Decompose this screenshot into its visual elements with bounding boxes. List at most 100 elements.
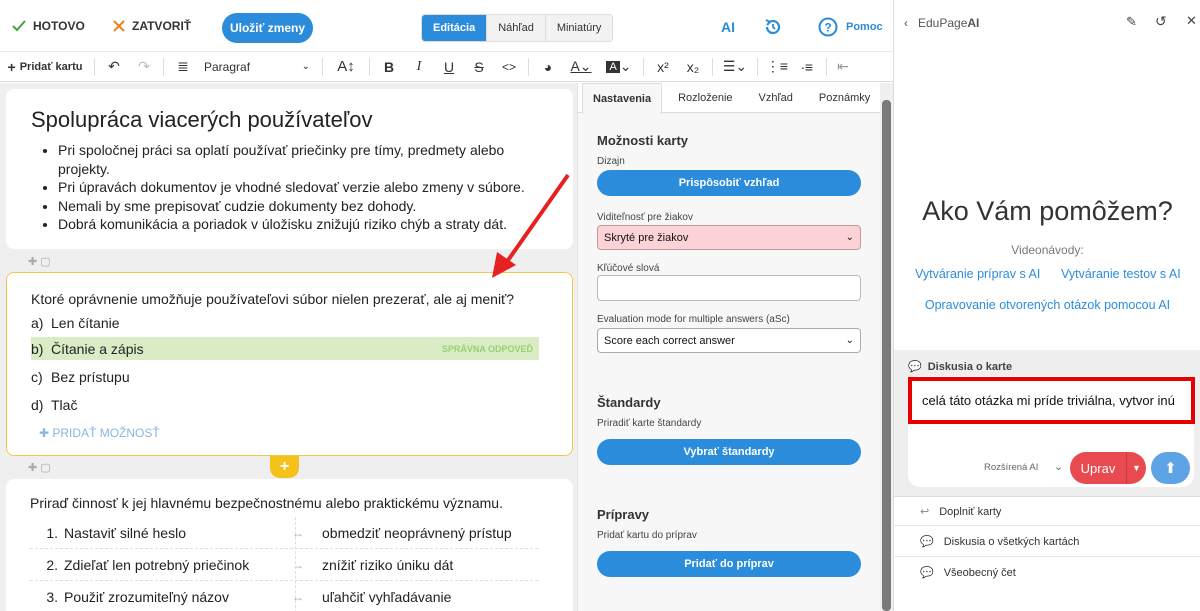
caret-down-icon[interactable]: ▼ (1126, 452, 1146, 484)
undo-icon[interactable]: ↶ (99, 52, 129, 82)
divider (893, 556, 1200, 557)
font-size-icon[interactable]: A↕ (327, 52, 365, 82)
chat-bubbles-icon: 💬 (920, 536, 934, 548)
tab-edit[interactable]: Editácia (422, 15, 487, 41)
video-link[interactable]: Vytváranie testov s AI (1061, 267, 1181, 281)
ai-panel-header: ‹ EduPageAI (904, 16, 979, 30)
outdent-icon[interactable]: ⇤ (831, 52, 855, 82)
svg-text:?: ? (824, 21, 831, 35)
tab-preview[interactable]: Náhľad (486, 15, 545, 41)
matching-row[interactable]: 1. Nastaviť silné heslo ↔ obmedziť neoprávn… (30, 517, 538, 549)
history-icon[interactable]: ↺ (1155, 13, 1167, 30)
divider (322, 57, 323, 76)
keywords-input[interactable] (597, 275, 861, 301)
list-item: Pri úpravách dokumentov je vhodné sledov… (58, 178, 548, 197)
add-to-preparations-button[interactable]: Pridať do príprav (597, 551, 861, 577)
close-icon[interactable]: ✕ (1186, 13, 1197, 29)
strikethrough-icon[interactable]: S (464, 52, 494, 82)
highlight-color-icon[interactable]: A ⌄ (599, 52, 639, 82)
code-icon[interactable]: <> (494, 52, 524, 82)
numbered-list-icon[interactable]: ⋮≡ (762, 52, 792, 82)
preparations-heading: Prípravy (597, 507, 650, 522)
chevron-down-icon: ⌄ (301, 61, 310, 72)
italic-icon[interactable]: I (404, 52, 434, 82)
underline-icon[interactable]: U (434, 52, 464, 82)
done-button[interactable]: HOTOVO (11, 19, 85, 33)
align-icon[interactable]: ☰⌄ (717, 52, 753, 82)
option-text: Čítanie a zápis (51, 340, 144, 357)
edit-ai-button[interactable]: Uprav ▼ (1070, 452, 1146, 484)
tab-thumbnails[interactable]: Miniatúry (544, 15, 613, 41)
answer-option-correct[interactable]: b) Čítanie a zápis SPRÁVNA ODPOVEĎ (31, 337, 539, 360)
save-button[interactable]: Uložiť zmeny (222, 13, 313, 43)
settings-tabs: Nastavenia Rozloženie Vzhľad Poznámky (578, 83, 880, 114)
select-standards-button[interactable]: Vybrať štandardy (597, 439, 861, 465)
matching-row[interactable]: 3. Použiť zrozumiteľný názov ↔ uľahčiť vyhľ… (30, 581, 538, 611)
palette-icon[interactable]: ◕ (533, 52, 563, 82)
answer-option[interactable]: c) Bez prístupu (31, 366, 539, 388)
insert-card-plus-button[interactable]: + (270, 456, 299, 478)
video-link[interactable]: Vytváranie príprav s AI (915, 267, 1040, 281)
done-label: HOTOVO (33, 19, 85, 33)
add-option-button[interactable]: ✚ PRIDAŤ MOŽNOSŤ (39, 426, 160, 440)
divider (369, 57, 370, 76)
complete-cards-option[interactable]: ↩ Doplniť karty (920, 505, 1002, 519)
tab-layout[interactable]: Rozloženie (668, 83, 742, 112)
chevron-down-icon: ⌄ (845, 232, 854, 243)
close-label: ZATVORIŤ (132, 19, 192, 33)
tab-appearance[interactable]: Vzhľad (749, 83, 803, 112)
matching-row[interactable]: 2. Zdieľať len potrebný priečinok ↔ znížiť … (30, 549, 538, 581)
help-button[interactable]: ? Pomoc (818, 17, 883, 37)
chevron-down-icon[interactable]: ⌄ (1054, 460, 1063, 473)
answer-option[interactable]: d) Tlač (31, 394, 539, 416)
ai-mode-select[interactable]: Rozšírená AI (984, 462, 1038, 473)
tab-notes[interactable]: Poznámky (809, 83, 880, 112)
quiz-card[interactable]: Ktoré oprávnenie umožňuje používateľovi … (6, 272, 573, 456)
redo-icon[interactable]: ↷ (129, 52, 159, 82)
option-text: Len čítanie (51, 315, 120, 331)
top-bar: HOTOVO ZATVORIŤ Uložiť zmeny Editácia Ná… (0, 0, 893, 52)
videos-label: Videonávody: (1011, 243, 1084, 257)
visibility-select-value: Skryté pre žiakov (604, 231, 689, 244)
general-chat-option[interactable]: 💬 Všeobecný čet (920, 566, 1016, 580)
list-item: Pri spoločnej práci sa oplatí používať p… (58, 141, 548, 178)
all-cards-discussion-option[interactable]: 💬 Diskusia o všetkých kartách (920, 535, 1079, 549)
chevron-left-icon[interactable]: ‹ (904, 16, 908, 30)
answer-option[interactable]: a) Len čítanie (31, 312, 539, 334)
divider (643, 57, 644, 76)
superscript-icon[interactable]: x² (648, 52, 678, 82)
card-title: Spolupráca viacerých používateľov (31, 107, 373, 132)
history-icon[interactable] (763, 17, 783, 37)
bulleted-list-icon[interactable]: ∙≡ (792, 52, 822, 82)
tab-settings[interactable]: Nastavenia (582, 83, 663, 114)
reply-icon: ↩ (920, 506, 930, 518)
card-insert-handle[interactable]: ✚ ▢ (28, 461, 51, 474)
chat-input-text[interactable]: celá táto otázka mi príde triviálna, vyt… (908, 377, 1195, 424)
plus-icon: ✚ (39, 426, 53, 440)
bold-icon[interactable]: B (374, 52, 404, 82)
database-icon[interactable]: ≣ (168, 52, 198, 82)
text-color-icon[interactable]: A⌄ (563, 52, 599, 82)
paragraph-select[interactable]: Paragraf ⌄ (198, 52, 318, 82)
option-letter: c) (31, 369, 43, 385)
close-button[interactable]: ZATVORIŤ (112, 19, 191, 33)
customize-appearance-button[interactable]: Prispôsobiť vzhľad (597, 170, 861, 196)
ai-panel-title: EduPageAI (918, 16, 979, 30)
subscript-icon[interactable]: x₂ (678, 52, 708, 82)
chip-label: Doplniť karty (939, 505, 1002, 518)
eval-mode-select[interactable]: Score each correct answer ⌄ (597, 328, 861, 353)
add-card-button[interactable]: + Pridať kartu (0, 52, 90, 82)
video-link[interactable]: Opravovanie otvorených otázok pomocou AI (894, 298, 1200, 312)
eval-mode-label: Evaluation mode for multiple answers (aS… (597, 314, 790, 325)
scrollbar-thumb[interactable] (882, 100, 891, 611)
ai-button[interactable]: AI (721, 19, 735, 35)
visibility-select[interactable]: Skryté pre žiakov ⌄ (597, 225, 861, 250)
chip-label: Všeobecný čet (943, 566, 1016, 579)
divider (712, 57, 713, 76)
edit-icon[interactable]: ✎ (1126, 14, 1137, 30)
matching-card[interactable]: Priraď činnosť k jej hlavnému bezpečnost… (6, 479, 573, 611)
card-insert-handle[interactable]: ✚ ▢ (28, 255, 51, 268)
question-text: Ktoré oprávnenie umožňuje používateľovi … (31, 291, 515, 307)
send-button[interactable]: ⬆ (1151, 452, 1190, 484)
column-divider (295, 517, 296, 611)
